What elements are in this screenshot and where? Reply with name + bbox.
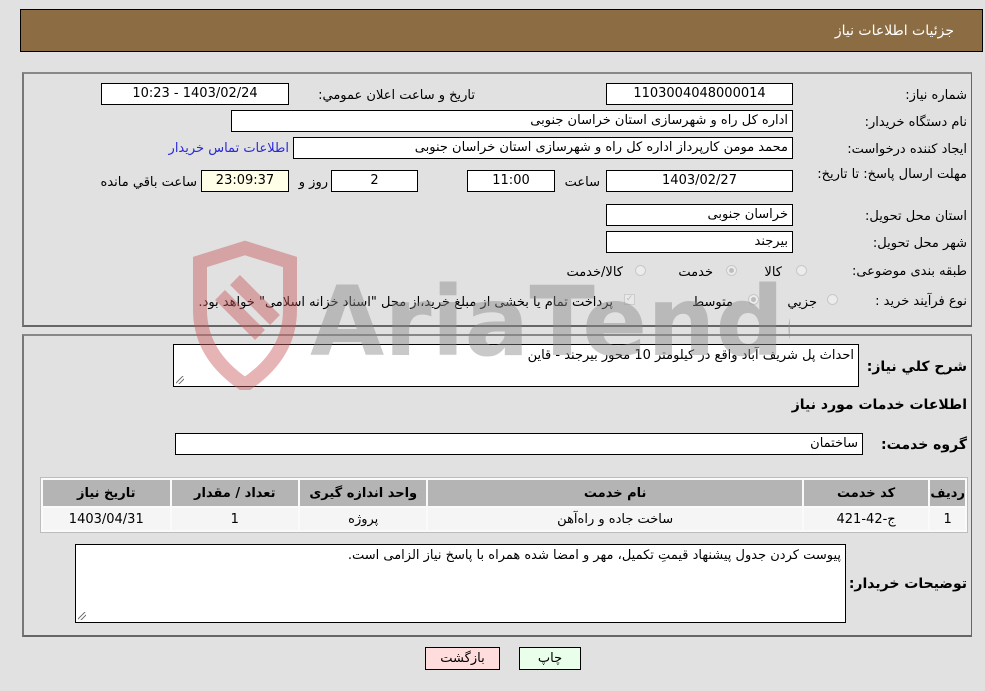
services-table: رديف کد خدمت نام خدمت واحد اندازه گيری ت…	[40, 477, 968, 533]
category-radio-service[interactable]	[726, 265, 737, 276]
province-field: خراسان جنوبی	[606, 204, 793, 226]
need-number-label: شماره نياز:	[905, 88, 967, 103]
category-option-service: خدمت	[678, 265, 713, 280]
treasury-note: پرداخت تمام يا بخشی از مبلغ خريد،از محل …	[198, 295, 613, 310]
page-header: جزئيات اطلاعات نياز	[20, 9, 983, 52]
process-option-minor: جزيي	[787, 295, 817, 310]
service-group-label: گروه خدمت:	[881, 437, 967, 453]
cell-need-date: 1403/04/31	[43, 508, 170, 530]
cell-row-number: 1	[930, 508, 965, 530]
col-service-code: کد خدمت	[803, 480, 929, 506]
page-title: جزئيات اطلاعات نياز	[834, 23, 954, 39]
treasury-checkbox[interactable]: ✓	[624, 294, 635, 305]
category-label: طبقه بندی موضوعی:	[851, 264, 967, 279]
table-row: 1 ج-42-421 ساخت جاده و راه‌آهن پروژه 1 1…	[43, 508, 965, 530]
back-button[interactable]: بازگشت	[425, 647, 500, 670]
resize-grip-icon[interactable]	[176, 376, 184, 384]
services-section-title: اطلاعات خدمات مورد نياز	[791, 397, 967, 413]
buyer-notes-label: توضيحات خريدار:	[848, 576, 967, 592]
description-label: شرح کلي نياز:	[866, 359, 967, 375]
process-label: نوع فرآيند خريد :	[875, 294, 967, 309]
col-need-date: تاريخ نياز	[43, 480, 170, 506]
cell-quantity: 1	[171, 508, 298, 530]
cell-service-name: ساخت جاده و راه‌آهن	[428, 508, 802, 530]
col-quantity: تعداد / مقدار	[171, 480, 298, 506]
category-radio-goods[interactable]	[796, 265, 807, 276]
deadline-time-field: 11:00	[467, 170, 555, 192]
description-text: احداث پل شريف آباد واقع در کيلومتر 10 مح…	[527, 348, 854, 363]
deadline-time-label: ساعت	[564, 175, 600, 190]
service-group-field: ساختمان	[175, 433, 863, 455]
process-radio-medium[interactable]	[748, 294, 759, 305]
resize-grip-icon[interactable]	[78, 612, 86, 620]
province-label: استان محل تحويل:	[865, 209, 967, 224]
announce-label: تاريخ و ساعت اعلان عمومي:	[318, 88, 475, 103]
process-radio-minor[interactable]	[827, 294, 838, 305]
need-number-field: 1103004048000014	[606, 83, 793, 105]
process-option-medium: متوسط	[692, 295, 733, 310]
deadline-date-field: 1403/02/27	[606, 170, 793, 192]
category-option-goods-service: کالا/خدمت	[566, 265, 623, 280]
print-button[interactable]: چاپ	[519, 647, 581, 670]
description-textarea[interactable]: احداث پل شريف آباد واقع در کيلومتر 10 مح…	[173, 344, 859, 387]
deadline-label: مهلت ارسال پاسخ: تا تاريخ:	[817, 167, 967, 182]
city-label: شهر محل تحويل:	[872, 236, 967, 251]
table-header-row: رديف کد خدمت نام خدمت واحد اندازه گيری ت…	[43, 480, 965, 506]
buyer-org-field: اداره کل راه و شهرسازی استان خراسان جنوب…	[231, 110, 793, 132]
col-unit: واحد اندازه گيری	[300, 480, 427, 506]
category-option-goods: کالا	[764, 265, 782, 280]
cell-unit: پروژه	[300, 508, 427, 530]
col-service-name: نام خدمت	[428, 480, 802, 506]
days-label: روز و	[298, 175, 328, 190]
days-remaining-field: 2	[331, 170, 418, 192]
buyer-notes-textarea[interactable]: پيوست کردن جدول پيشنهاد قيمتِ تکميل، مهر…	[75, 544, 846, 623]
cell-service-code: ج-42-421	[803, 508, 929, 530]
city-field: بيرجند	[606, 231, 793, 253]
buyer-notes-text: پيوست کردن جدول پيشنهاد قيمتِ تکميل، مهر…	[347, 548, 841, 563]
time-remaining-field: 23:09:37	[201, 170, 289, 192]
requester-label: ايجاد کننده درخواست:	[847, 142, 967, 157]
time-remaining-label: ساعت باقي مانده	[100, 175, 197, 190]
col-row-number: رديف	[930, 480, 965, 506]
requester-field: محمد مومن کارپرداز اداره کل راه و شهرساز…	[293, 137, 793, 159]
buyer-org-label: نام دستگاه خريدار:	[864, 115, 967, 130]
category-radio-goods-service[interactable]	[635, 265, 646, 276]
buyer-contact-link[interactable]: اطلاعات تماس خريدار	[169, 141, 289, 156]
announce-field: 1403/02/24 - 10:23	[101, 83, 289, 105]
